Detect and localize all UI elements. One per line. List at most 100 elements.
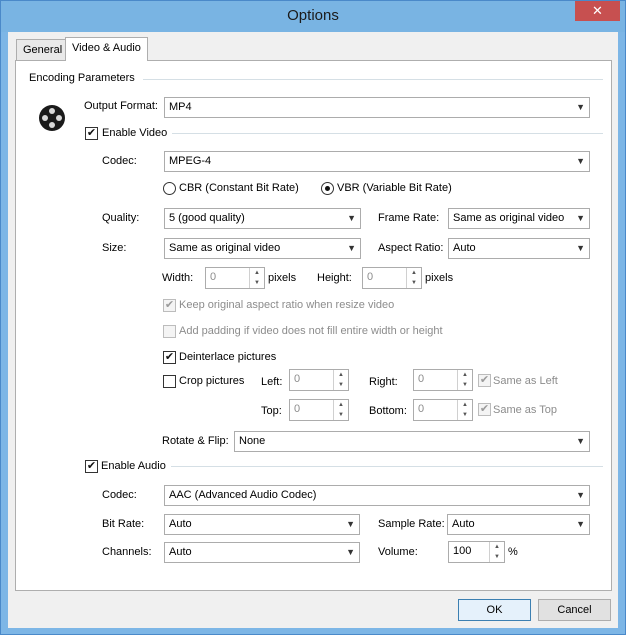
spin-up-icon[interactable]: ▲	[250, 268, 264, 278]
spin-up-icon[interactable]: ▲	[334, 400, 348, 410]
crop-bottom-label: Bottom:	[369, 405, 407, 417]
rotate-flip-label: Rotate & Flip:	[162, 435, 229, 447]
aspect-ratio-select[interactable]: Auto ▼	[448, 238, 590, 259]
crop-top-stepper[interactable]: 0 ▲ ▼	[289, 399, 349, 421]
height-value: 0	[367, 271, 374, 283]
height-unit: pixels	[425, 272, 454, 284]
video-audio-panel: Encoding Parameters Output Format: MP4 ▼…	[15, 60, 612, 591]
sample-rate-label: Sample Rate:	[378, 518, 445, 530]
spin-down-icon[interactable]: ▼	[407, 278, 421, 288]
width-value: 0	[210, 271, 217, 283]
cbr-radio[interactable]	[163, 182, 176, 195]
chevron-down-icon: ▼	[576, 156, 585, 166]
deinterlace-checkbox[interactable]: ✔	[163, 351, 176, 364]
sample-rate-select[interactable]: Auto ▼	[447, 514, 590, 535]
spin-down-icon[interactable]: ▼	[458, 410, 472, 420]
spin-down-icon[interactable]: ▼	[250, 278, 264, 288]
crop-left-stepper[interactable]: 0 ▲ ▼	[289, 369, 349, 391]
vbr-radio[interactable]	[321, 182, 334, 195]
channels-select[interactable]: Auto ▼	[164, 542, 360, 563]
keep-aspect-label: Keep original aspect ratio when resize v…	[179, 299, 395, 311]
rotate-flip-select[interactable]: None ▼	[234, 431, 590, 452]
deinterlace-label: Deinterlace pictures	[179, 351, 277, 363]
cbr-label: CBR (Constant Bit Rate)	[179, 182, 299, 194]
video-codec-select[interactable]: MPEG-4 ▼	[164, 151, 590, 172]
encoding-group-divider	[143, 79, 603, 80]
frame-rate-label: Frame Rate:	[378, 212, 440, 224]
spin-down-icon[interactable]: ▼	[490, 552, 504, 562]
bitrate-select[interactable]: Auto ▼	[164, 514, 360, 535]
chevron-down-icon: ▼	[347, 213, 356, 223]
bitrate-value: Auto	[169, 518, 192, 530]
crop-right-stepper[interactable]: 0 ▲ ▼	[413, 369, 473, 391]
padding-checkbox[interactable]	[163, 325, 176, 338]
enable-video-checkbox[interactable]: ✔	[85, 127, 98, 140]
spin-up-icon[interactable]: ▲	[407, 268, 421, 278]
spin-up-icon[interactable]: ▲	[490, 542, 504, 552]
width-unit: pixels	[268, 272, 297, 284]
width-label: Width:	[162, 272, 194, 284]
chevron-down-icon: ▼	[346, 547, 355, 557]
crop-right-value: 0	[418, 373, 425, 385]
same-as-top-checkbox[interactable]: ✔	[478, 403, 491, 416]
tab-general[interactable]: General	[16, 39, 70, 60]
crop-left-label: Left:	[261, 376, 283, 388]
aspect-ratio-value: Auto	[453, 242, 476, 254]
bitrate-label: Bit Rate:	[102, 518, 145, 530]
chevron-down-icon: ▼	[576, 490, 585, 500]
crop-checkbox[interactable]	[163, 375, 176, 388]
output-format-select[interactable]: MP4 ▼	[164, 97, 590, 118]
height-label: Height:	[317, 272, 352, 284]
spin-up-icon[interactable]: ▲	[334, 370, 348, 380]
window-title: Options	[287, 7, 339, 24]
spin-up-icon[interactable]: ▲	[458, 400, 472, 410]
same-as-left-checkbox[interactable]: ✔	[478, 374, 491, 387]
chevron-down-icon: ▼	[576, 243, 585, 253]
chevron-down-icon: ▼	[347, 243, 356, 253]
spin-down-icon[interactable]: ▼	[334, 410, 348, 420]
size-value: Same as original video	[169, 242, 281, 254]
enable-audio-checkbox[interactable]: ✔	[85, 460, 98, 473]
sample-rate-value: Auto	[452, 518, 475, 530]
spin-up-icon[interactable]: ▲	[458, 370, 472, 380]
channels-label: Channels:	[102, 546, 152, 558]
audio-group-divider	[171, 466, 603, 467]
cancel-button[interactable]: Cancel	[538, 599, 611, 621]
ok-button[interactable]: OK	[458, 599, 531, 621]
crop-bottom-stepper[interactable]: 0 ▲ ▼	[413, 399, 473, 421]
crop-left-value: 0	[294, 373, 301, 385]
crop-right-label: Right:	[369, 376, 398, 388]
audio-codec-value: AAC (Advanced Audio Codec)	[169, 489, 317, 501]
tab-video-audio[interactable]: Video & Audio	[65, 37, 148, 61]
quality-select[interactable]: 5 (good quality) ▼	[164, 208, 361, 229]
encoding-group-label: Encoding Parameters	[29, 72, 135, 84]
video-codec-label: Codec:	[102, 155, 137, 167]
volume-stepper[interactable]: 100 ▲ ▼	[448, 541, 505, 563]
chevron-down-icon: ▼	[576, 519, 585, 529]
quality-value: 5 (good quality)	[169, 212, 245, 224]
spin-down-icon[interactable]: ▼	[458, 380, 472, 390]
crop-top-value: 0	[294, 403, 301, 415]
chevron-down-icon: ▼	[346, 519, 355, 529]
chevron-down-icon: ▼	[576, 213, 585, 223]
aspect-ratio-label: Aspect Ratio:	[378, 242, 444, 254]
frame-rate-select[interactable]: Same as original video ▼	[448, 208, 590, 229]
options-window: Options ✕ General Video & Audio Encoding…	[0, 0, 626, 635]
video-codec-value: MPEG-4	[169, 155, 212, 167]
size-label: Size:	[102, 242, 127, 254]
vbr-label: VBR (Variable Bit Rate)	[337, 182, 452, 194]
channels-value: Auto	[169, 546, 192, 558]
audio-codec-select[interactable]: AAC (Advanced Audio Codec) ▼	[164, 485, 590, 506]
title-bar[interactable]: Options ✕	[1, 1, 625, 32]
spin-down-icon[interactable]: ▼	[334, 380, 348, 390]
chevron-down-icon: ▼	[576, 102, 585, 112]
dialog-client-area: General Video & Audio Encoding Parameter…	[8, 32, 618, 628]
same-as-top-label: Same as Top	[493, 404, 558, 416]
size-select[interactable]: Same as original video ▼	[164, 238, 361, 259]
width-stepper[interactable]: 0 ▲ ▼	[205, 267, 265, 289]
close-icon[interactable]: ✕	[575, 1, 620, 21]
volume-unit: %	[508, 546, 518, 558]
height-stepper[interactable]: 0 ▲ ▼	[362, 267, 422, 289]
keep-aspect-checkbox[interactable]: ✔	[163, 299, 176, 312]
same-as-left-label: Same as Left	[493, 375, 558, 387]
